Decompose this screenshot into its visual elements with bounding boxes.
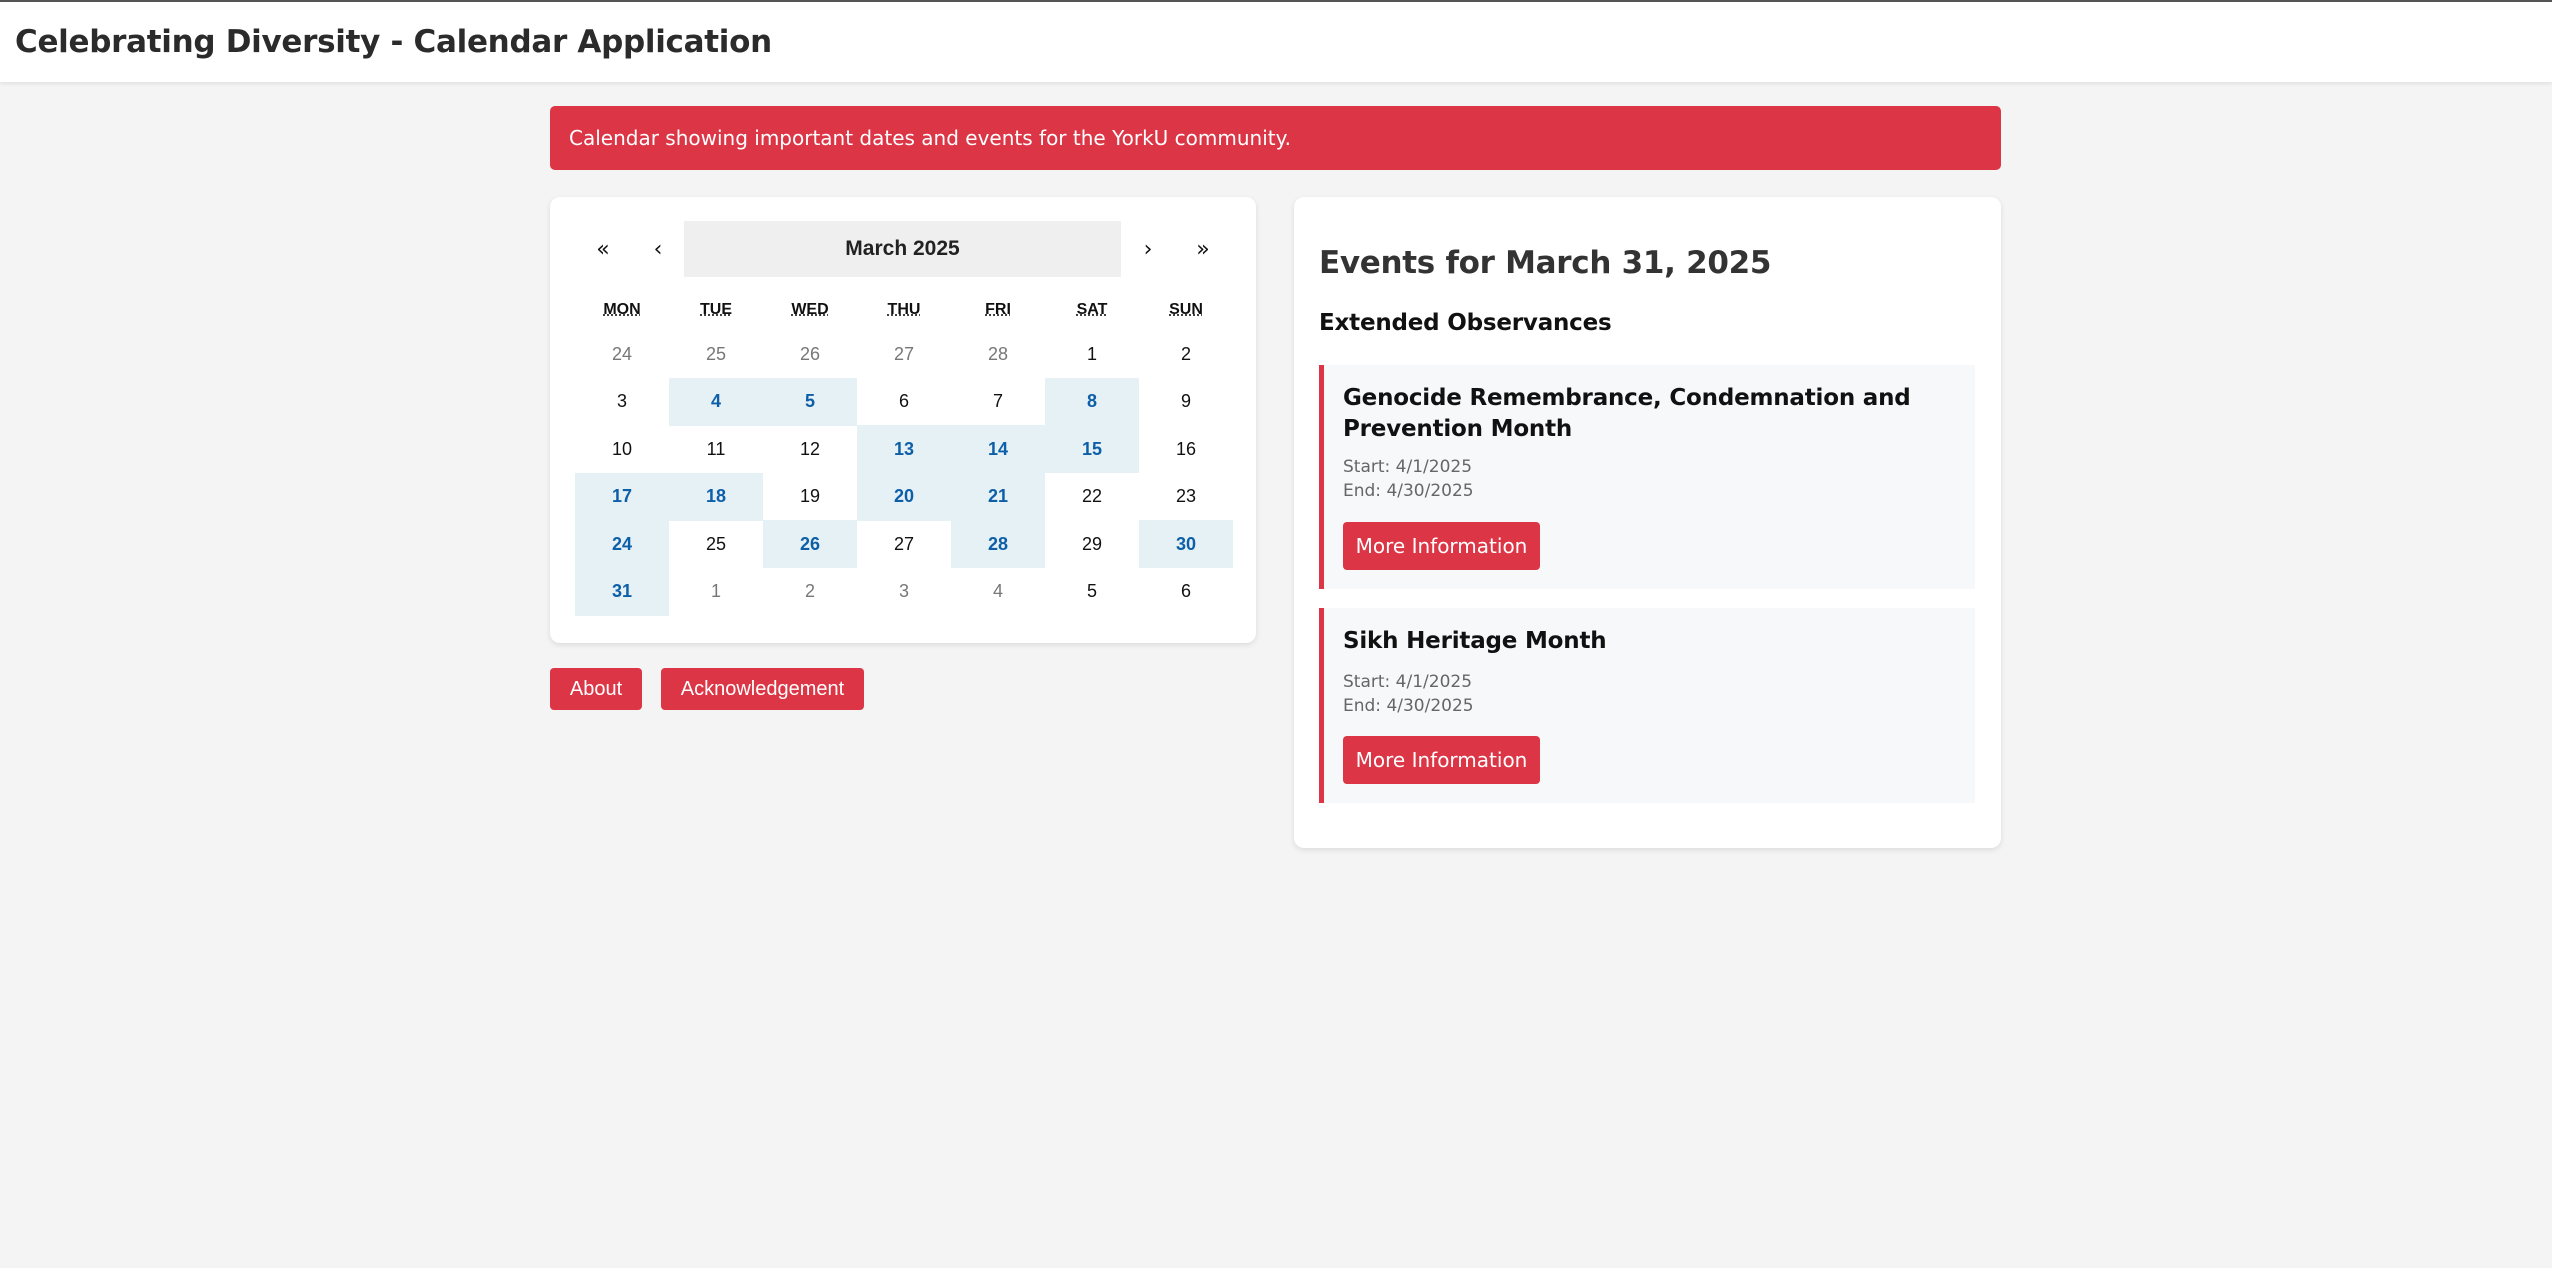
calendar-day-with-event[interactable]: 8 <box>1045 377 1139 426</box>
event-card: Sikh Heritage Month Start: 4/1/2025 End:… <box>1319 608 1975 803</box>
event-end-date: End: 4/30/2025 <box>1343 481 1474 501</box>
calendar-day[interactable]: 12 <box>763 425 857 473</box>
calendar-day-with-event[interactable]: 31 <box>575 567 669 616</box>
calendar-day[interactable]: 16 <box>1139 425 1233 473</box>
calendar-day[interactable]: 27 <box>857 330 951 378</box>
calendar-day[interactable]: 10 <box>575 425 669 473</box>
calendar-day[interactable]: 9 <box>1139 378 1233 426</box>
weekday-header: MON TUE WED THU FRI SAT SUN <box>575 293 1231 327</box>
calendar-day[interactable]: 7 <box>951 378 1045 426</box>
calendar-day-with-event[interactable]: 18 <box>669 472 763 521</box>
calendar-day-with-event[interactable]: 13 <box>857 425 951 473</box>
event-end-date: End: 4/30/2025 <box>1343 696 1474 716</box>
calendar-day-with-event[interactable]: 26 <box>763 520 857 568</box>
calendar-day[interactable]: 6 <box>857 378 951 426</box>
event-start-date: Start: 4/1/2025 <box>1343 672 1473 692</box>
calendar-day-with-event[interactable]: 14 <box>951 425 1045 473</box>
calendar-day[interactable]: 6 <box>1139 568 1233 616</box>
weekday-label: WED <box>791 301 829 318</box>
info-banner: Calendar showing important dates and eve… <box>550 106 2001 170</box>
weekday-label: SAT <box>1076 301 1108 318</box>
calendar-day[interactable]: 2 <box>763 568 857 616</box>
events-panel: Events for March 31, 2025 Extended Obser… <box>1294 197 2001 848</box>
calendar-day[interactable]: 23 <box>1139 473 1233 521</box>
calendar-day-with-event[interactable]: 24 <box>575 520 669 568</box>
previous-month-button[interactable]: ‹ <box>630 221 686 277</box>
calendar-day-with-event[interactable]: 28 <box>951 520 1045 568</box>
calendar-day-with-event[interactable]: 30 <box>1139 520 1233 568</box>
calendar-day[interactable]: 4 <box>951 568 1045 616</box>
calendar-day-with-event[interactable]: 15 <box>1045 425 1139 473</box>
top-header: Celebrating Diversity - Calendar Applica… <box>0 0 2552 82</box>
calendar-day[interactable]: 3 <box>857 568 951 616</box>
next-year-button[interactable]: » <box>1175 221 1231 277</box>
calendar-day[interactable]: 1 <box>669 568 763 616</box>
event-name: Genocide Remembrance, Condemnation and P… <box>1343 385 1911 442</box>
next-month-button[interactable]: › <box>1120 221 1176 277</box>
weekday-label: SUN <box>1169 301 1203 318</box>
calendar-day[interactable]: 1 <box>1045 330 1139 378</box>
month-label-button[interactable]: March 2025 <box>684 221 1121 277</box>
calendar-day-with-event[interactable]: 21 <box>951 472 1045 521</box>
calendar-day[interactable]: 25 <box>669 330 763 378</box>
calendar-day-with-event[interactable]: 5 <box>763 377 857 426</box>
calendar-card: « ‹ March 2025 › » MON TUE WED THU FRI SAT SUN… <box>550 197 1256 643</box>
calendar-day[interactable]: 22 <box>1045 473 1139 521</box>
calendar-day[interactable]: 29 <box>1045 520 1139 568</box>
calendar-day[interactable]: 11 <box>669 425 763 473</box>
calendar-day[interactable]: 25 <box>669 520 763 568</box>
weekday-label: FRI <box>985 301 1011 318</box>
weekday-label: THU <box>887 301 921 318</box>
calendar-day[interactable]: 26 <box>763 330 857 378</box>
more-information-button[interactable]: More Information <box>1343 522 1540 570</box>
weekday-label: MON <box>603 301 641 318</box>
calendar-day[interactable]: 3 <box>575 378 669 426</box>
about-button[interactable]: About <box>550 668 642 710</box>
more-information-button[interactable]: More Information <box>1343 736 1540 784</box>
calendar-days-grid: 24 25 26 27 28 1 2 3 4 5 6 7 8 9 10 11 12 13 14 15 16 17 18 19 2… <box>575 330 1233 618</box>
app-title: Celebrating Diversity - Calendar Applica… <box>15 24 772 60</box>
calendar-day[interactable]: 19 <box>763 473 857 521</box>
section-title: Extended Observances <box>1319 310 1612 336</box>
calendar-day-with-event[interactable]: 4 <box>669 377 763 426</box>
event-name: Sikh Heritage Month <box>1343 628 1607 654</box>
calendar-day[interactable]: 5 <box>1045 568 1139 616</box>
acknowledgement-button[interactable]: Acknowledgement <box>661 668 864 710</box>
event-start-date: Start: 4/1/2025 <box>1343 457 1473 477</box>
calendar-day[interactable]: 27 <box>857 520 951 568</box>
calendar-navigation: « ‹ March 2025 › » <box>575 221 1231 277</box>
events-title: Events for March 31, 2025 <box>1319 245 1772 281</box>
calendar-day-with-event[interactable]: 17 <box>575 472 669 521</box>
calendar-day[interactable]: 24 <box>575 330 669 378</box>
calendar-day-with-event[interactable]: 20 <box>857 472 951 521</box>
calendar-day[interactable]: 28 <box>951 330 1045 378</box>
weekday-label: TUE <box>700 301 732 318</box>
calendar-day[interactable]: 2 <box>1139 330 1233 378</box>
event-card: Genocide Remembrance, Condemnation and P… <box>1319 365 1975 589</box>
previous-year-button[interactable]: « <box>575 221 631 277</box>
